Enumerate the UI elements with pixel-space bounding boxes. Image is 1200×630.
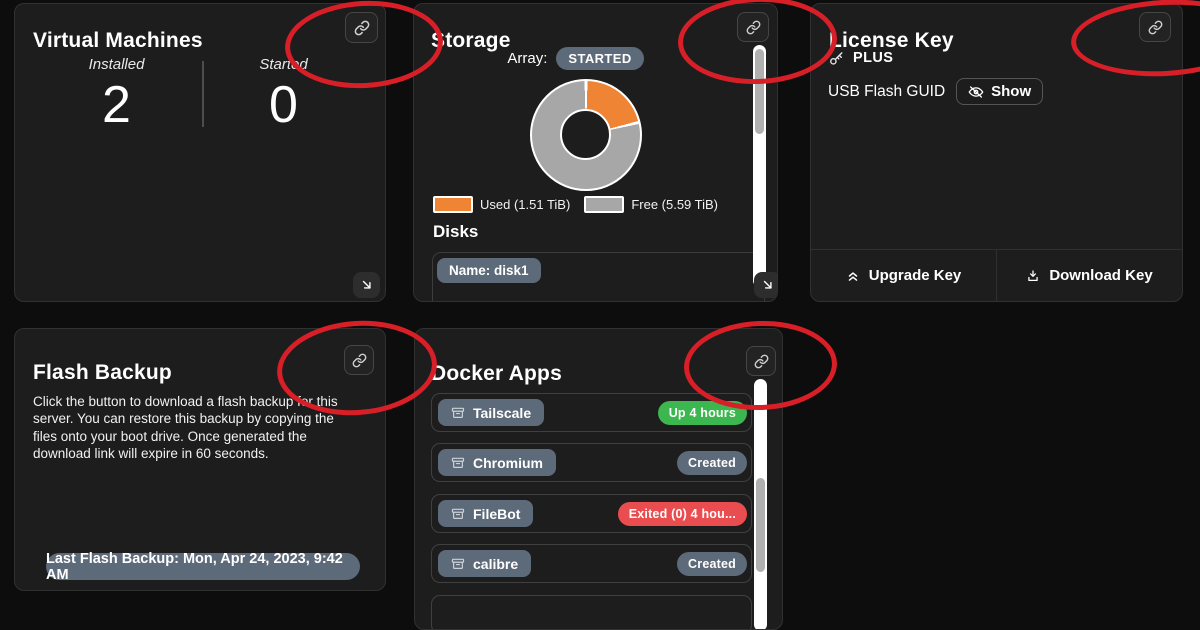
app-name: FileBot (473, 506, 520, 522)
flash-description: Click the button to download a flash bac… (33, 393, 357, 463)
upgrade-key-button[interactable]: Upgrade Key (811, 250, 996, 301)
disks-panel: Name: disk1 (432, 252, 765, 302)
docker-row-filebot[interactable]: FileBot Exited (0) 4 hou... (431, 494, 752, 533)
app-status-badge: Created (677, 552, 747, 576)
show-guid-label: Show (991, 83, 1031, 100)
archive-box-icon (451, 406, 465, 420)
vm-stats-divider (202, 61, 204, 127)
app-status-badge: Created (677, 451, 747, 475)
array-status-badge: STARTED (556, 47, 643, 70)
app-name: calibre (473, 556, 518, 572)
app-status-badge: Up 4 hours (658, 401, 747, 425)
vm-stat-installed: Installed 2 (33, 56, 200, 131)
docker-scrollbar-track[interactable] (754, 379, 767, 630)
flash-card-title: Flash Backup (33, 361, 172, 385)
unraid-dashboard: { "colors": { "card_background": "#1d1d1… (0, 0, 1200, 600)
arrow-down-right-icon (761, 278, 775, 292)
storage-card: Storage Array: STARTED Used (1.51 TiB) F… (413, 3, 778, 302)
array-label: Array: (507, 50, 547, 67)
guid-row: USB Flash GUID Show (828, 78, 1043, 105)
storage-resize-handle[interactable] (754, 272, 778, 298)
array-status-row: Array: STARTED (414, 47, 737, 70)
app-name: Chromium (473, 455, 543, 471)
storage-donut-hole (560, 109, 611, 160)
app-status-badge: Exited (0) 4 hou... (618, 502, 747, 526)
legend-item-used: Used (1.51 TiB) (433, 196, 570, 213)
virtual-machines-card: Virtual Machines Installed 2 Started 0 (14, 3, 386, 302)
legend-item-free: Free (5.59 TiB) (584, 196, 718, 213)
storage-scrollbar-track[interactable] (753, 45, 766, 287)
docker-row-chromium[interactable]: Chromium Created (431, 443, 752, 482)
storage-scrollbar-thumb[interactable] (755, 49, 764, 134)
docker-row-tailscale[interactable]: Tailscale Up 4 hours (431, 393, 752, 432)
free-swatch (584, 196, 624, 213)
archive-box-icon (451, 507, 465, 521)
flash-backup-card: Flash Backup Click the button to downloa… (14, 328, 386, 591)
show-guid-button[interactable]: Show (956, 78, 1043, 105)
vm-stat-started: Started 0 (200, 56, 367, 131)
free-label: Free (5.59 TiB) (631, 197, 718, 212)
flash-link-button[interactable] (344, 345, 374, 375)
license-tier-row: PLUS (829, 50, 893, 66)
license-footer: Upgrade Key Download Key (811, 249, 1182, 301)
vm-installed-label: Installed (33, 56, 200, 73)
used-label: Used (1.51 TiB) (480, 197, 570, 212)
disks-heading: Disks (433, 222, 478, 242)
app-name-badge: calibre (438, 550, 531, 577)
app-name-badge: Tailscale (438, 399, 544, 426)
download-icon (1026, 269, 1040, 283)
docker-scrollbar-thumb[interactable] (756, 478, 765, 572)
eye-slash-icon (968, 84, 984, 100)
license-link-button[interactable] (1139, 12, 1171, 42)
used-swatch (433, 196, 473, 213)
link-icon (754, 354, 769, 369)
archive-box-icon (451, 456, 465, 470)
docker-card-title: Docker Apps (431, 362, 562, 386)
vm-card-title: Virtual Machines (33, 29, 203, 53)
guid-label: USB Flash GUID (828, 83, 945, 101)
storage-legend: Used (1.51 TiB) Free (5.59 TiB) (414, 196, 737, 213)
link-icon (1148, 20, 1163, 35)
app-name-badge: Chromium (438, 449, 556, 476)
angles-up-icon (846, 269, 860, 283)
app-name-badge: FileBot (438, 500, 533, 527)
license-key-card: License Key PLUS USB Flash GUID Show Upg… (810, 3, 1183, 302)
arrow-down-right-icon (360, 278, 374, 292)
link-icon (746, 20, 761, 35)
link-icon (352, 353, 367, 368)
docker-link-button[interactable] (746, 346, 776, 376)
upgrade-key-label: Upgrade Key (869, 267, 962, 284)
storage-donut (530, 79, 642, 191)
docker-row-partial[interactable] (431, 595, 752, 630)
download-key-label: Download Key (1049, 267, 1152, 284)
storage-link-button[interactable] (737, 12, 769, 42)
docker-row-calibre[interactable]: calibre Created (431, 544, 752, 583)
download-key-button[interactable]: Download Key (996, 250, 1182, 301)
vm-started-label: Started (200, 56, 367, 73)
last-flash-backup-badge: Last Flash Backup: Mon, Apr 24, 2023, 9:… (46, 553, 360, 580)
archive-box-icon (451, 557, 465, 571)
docker-apps-card: Docker Apps Tailscale Up 4 hours Chromiu… (414, 328, 783, 630)
key-icon (829, 51, 844, 66)
vm-installed-value: 2 (33, 79, 200, 131)
vm-resize-handle[interactable] (353, 272, 380, 298)
vm-link-button[interactable] (345, 12, 378, 43)
disk-name-badge: Name: disk1 (437, 258, 541, 283)
license-tier-label: PLUS (853, 50, 893, 66)
app-name: Tailscale (473, 405, 531, 421)
vm-stats: Installed 2 Started 0 (33, 56, 367, 131)
vm-started-value: 0 (200, 79, 367, 131)
link-icon (354, 20, 370, 36)
